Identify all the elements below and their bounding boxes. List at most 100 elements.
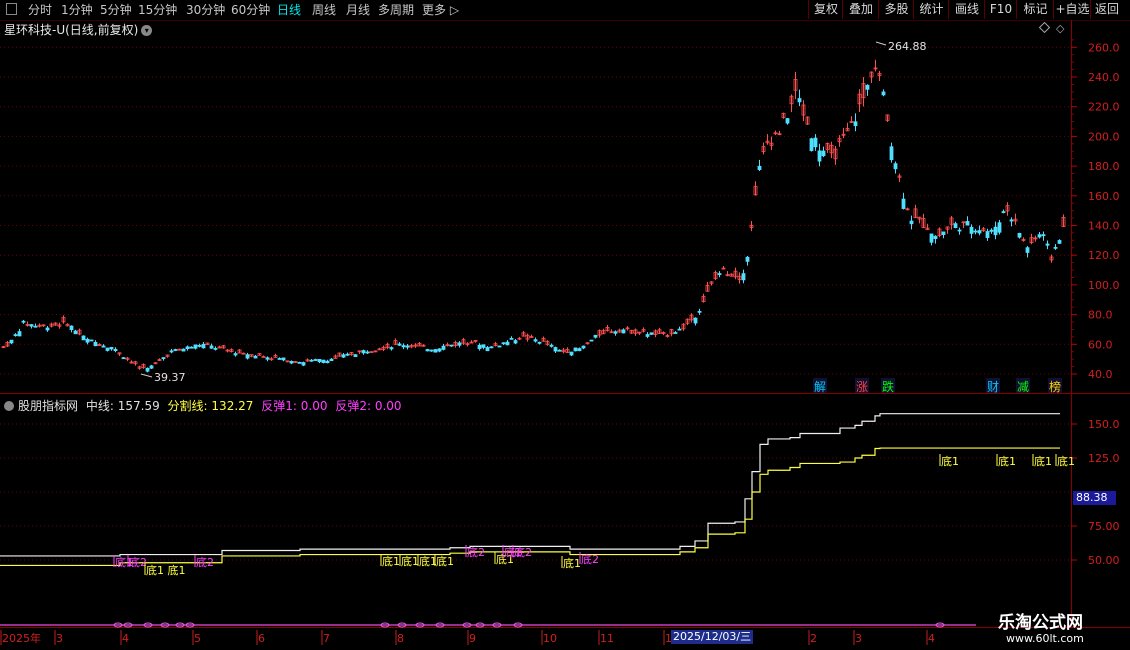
event-marker-bg: [855, 378, 869, 393]
candle-body: [41, 324, 46, 327]
period-toolbar: 分时 1分钟 5分钟 15分钟 30分钟 60分钟 日线 周线 月线 多周期 更多 ▷ 复权 叠加 多股统…: [0, 0, 1130, 21]
period-tab-6[interactable]: 日线: [277, 2, 301, 18]
toolbar-button-2[interactable]: 多股: [878, 0, 914, 19]
candle-body: [137, 366, 142, 369]
period-tab-7[interactable]: 周线: [312, 2, 336, 18]
event-markers: 解 涨跌 财 减 榜: [813, 378, 1062, 394]
candle-body: [249, 354, 254, 357]
candle-body: [369, 351, 374, 354]
signal-label: 底1: [382, 554, 400, 568]
candle-body: [329, 358, 334, 362]
diamond-icon: [1038, 21, 1051, 34]
date-label-7: 9: [469, 632, 476, 645]
price-tick-label: 160.0: [1088, 190, 1120, 203]
candle-body: [497, 345, 502, 348]
candle-body: [785, 118, 790, 124]
candle-body: [265, 357, 270, 360]
price-axis: 260.0 240.0 220.0 200.0 180.0 160.0 140.0 120.0…: [1071, 39, 1120, 381]
candle-body: [681, 323, 686, 330]
date-label-12: 3: [855, 632, 862, 645]
candle-body: [121, 357, 126, 360]
watermark-main: 乐淘公式网: [998, 613, 1083, 633]
candle-body: [233, 353, 238, 356]
candle-body: [573, 347, 578, 352]
period-tab-10[interactable]: 更多 ▷: [422, 2, 459, 18]
candle-body: [1017, 233, 1022, 238]
indicator-name: 股朋指标网: [18, 399, 79, 413]
candle-body: [189, 346, 194, 349]
indicator-tick-label: 75.00: [1088, 520, 1120, 533]
candle-body: [457, 342, 462, 346]
period-tab-2[interactable]: 5分钟: [100, 2, 132, 18]
event-marker-5: 榜: [1049, 379, 1061, 394]
candle-body: [541, 337, 546, 342]
period-tab-9[interactable]: 多周期: [378, 2, 414, 18]
candle-body: [525, 334, 530, 340]
candle-body: [273, 355, 278, 358]
indicator-lines: [0, 413, 1060, 628]
candle-body: [637, 331, 642, 334]
high-pointer: [875, 41, 887, 46]
toolbar-button-5[interactable]: F10: [984, 0, 1017, 19]
candle-body: [269, 358, 274, 361]
rb1-value: 0.00: [300, 399, 328, 413]
candle-body: [725, 274, 730, 277]
date-label-2: 4: [122, 632, 129, 645]
watermark-sub: www.60lt.com: [1006, 632, 1084, 645]
candle-body: [565, 349, 570, 353]
candle-body: [777, 133, 782, 136]
candle-body: [673, 332, 678, 334]
candle-body: [769, 142, 774, 146]
candle-body: [153, 362, 158, 365]
period-tab-0[interactable]: 分时: [28, 2, 52, 18]
candle-body: [849, 121, 854, 123]
indicator-title[interactable]: 股朋指标网 中线: 157.59 分割线: 132.27 反弹1: 0.00 反…: [4, 397, 402, 414]
chevron-down-icon[interactable]: ▾: [141, 25, 153, 36]
candle-body: [661, 332, 666, 334]
date-label-11: 2: [810, 632, 817, 645]
candle-body: [869, 71, 874, 78]
toolbar-button-7[interactable]: +自选: [1053, 0, 1091, 19]
candle-body: [717, 273, 722, 276]
candle-body: [625, 327, 630, 330]
stock-title[interactable]: 星环科技-U(日线,前复权) ▾: [4, 21, 153, 38]
signal-label: 底1: [115, 555, 133, 569]
candle-body: [833, 148, 838, 160]
toolbar-button-4[interactable]: 画线: [948, 0, 985, 19]
candle-body: [341, 354, 346, 358]
settings-circle-icon[interactable]: [4, 401, 14, 411]
candle-body: [185, 346, 190, 349]
candle-body: [417, 342, 422, 347]
candle-body: [145, 367, 150, 372]
toolbar-button-3[interactable]: 统计: [913, 0, 949, 19]
candle-body: [285, 360, 290, 363]
period-tab-4[interactable]: 30分钟: [186, 2, 225, 18]
window-icon[interactable]: [6, 3, 17, 15]
candle-body: [685, 318, 690, 324]
period-tab-3[interactable]: 15分钟: [138, 2, 177, 18]
candle-body: [841, 133, 846, 136]
toolbar-button-8[interactable]: 返回: [1090, 0, 1123, 19]
rebound-dot: [143, 622, 153, 628]
period-tab-5[interactable]: 60分钟: [231, 2, 270, 18]
period-tab-8[interactable]: 月线: [346, 2, 370, 18]
rebound-dot: [462, 622, 472, 628]
toolbar-button-1[interactable]: 叠加: [842, 0, 879, 19]
toolbar-button-0[interactable]: 复权: [808, 0, 843, 19]
candle-body: [321, 359, 326, 363]
candle-body: [761, 146, 766, 153]
candle-body: [969, 226, 974, 234]
candle-body: [629, 329, 634, 334]
candle-body: [37, 324, 42, 327]
toolbar-button-6[interactable]: 标记: [1016, 0, 1054, 19]
rebound-dot: [935, 622, 945, 628]
rb2-value: 0.00: [374, 399, 402, 413]
rb2-label: 反弹2:: [335, 399, 371, 413]
candle-body: [513, 340, 518, 344]
candle-body: [133, 361, 138, 365]
chart-canvas[interactable]: 260.0240.0220.0200.0180.0160.0140.0120.0…: [0, 0, 1130, 650]
period-tab-1[interactable]: 1分钟: [61, 2, 93, 18]
candle-body: [529, 336, 534, 338]
candle-body: [941, 231, 946, 236]
candle-body: [433, 349, 438, 353]
